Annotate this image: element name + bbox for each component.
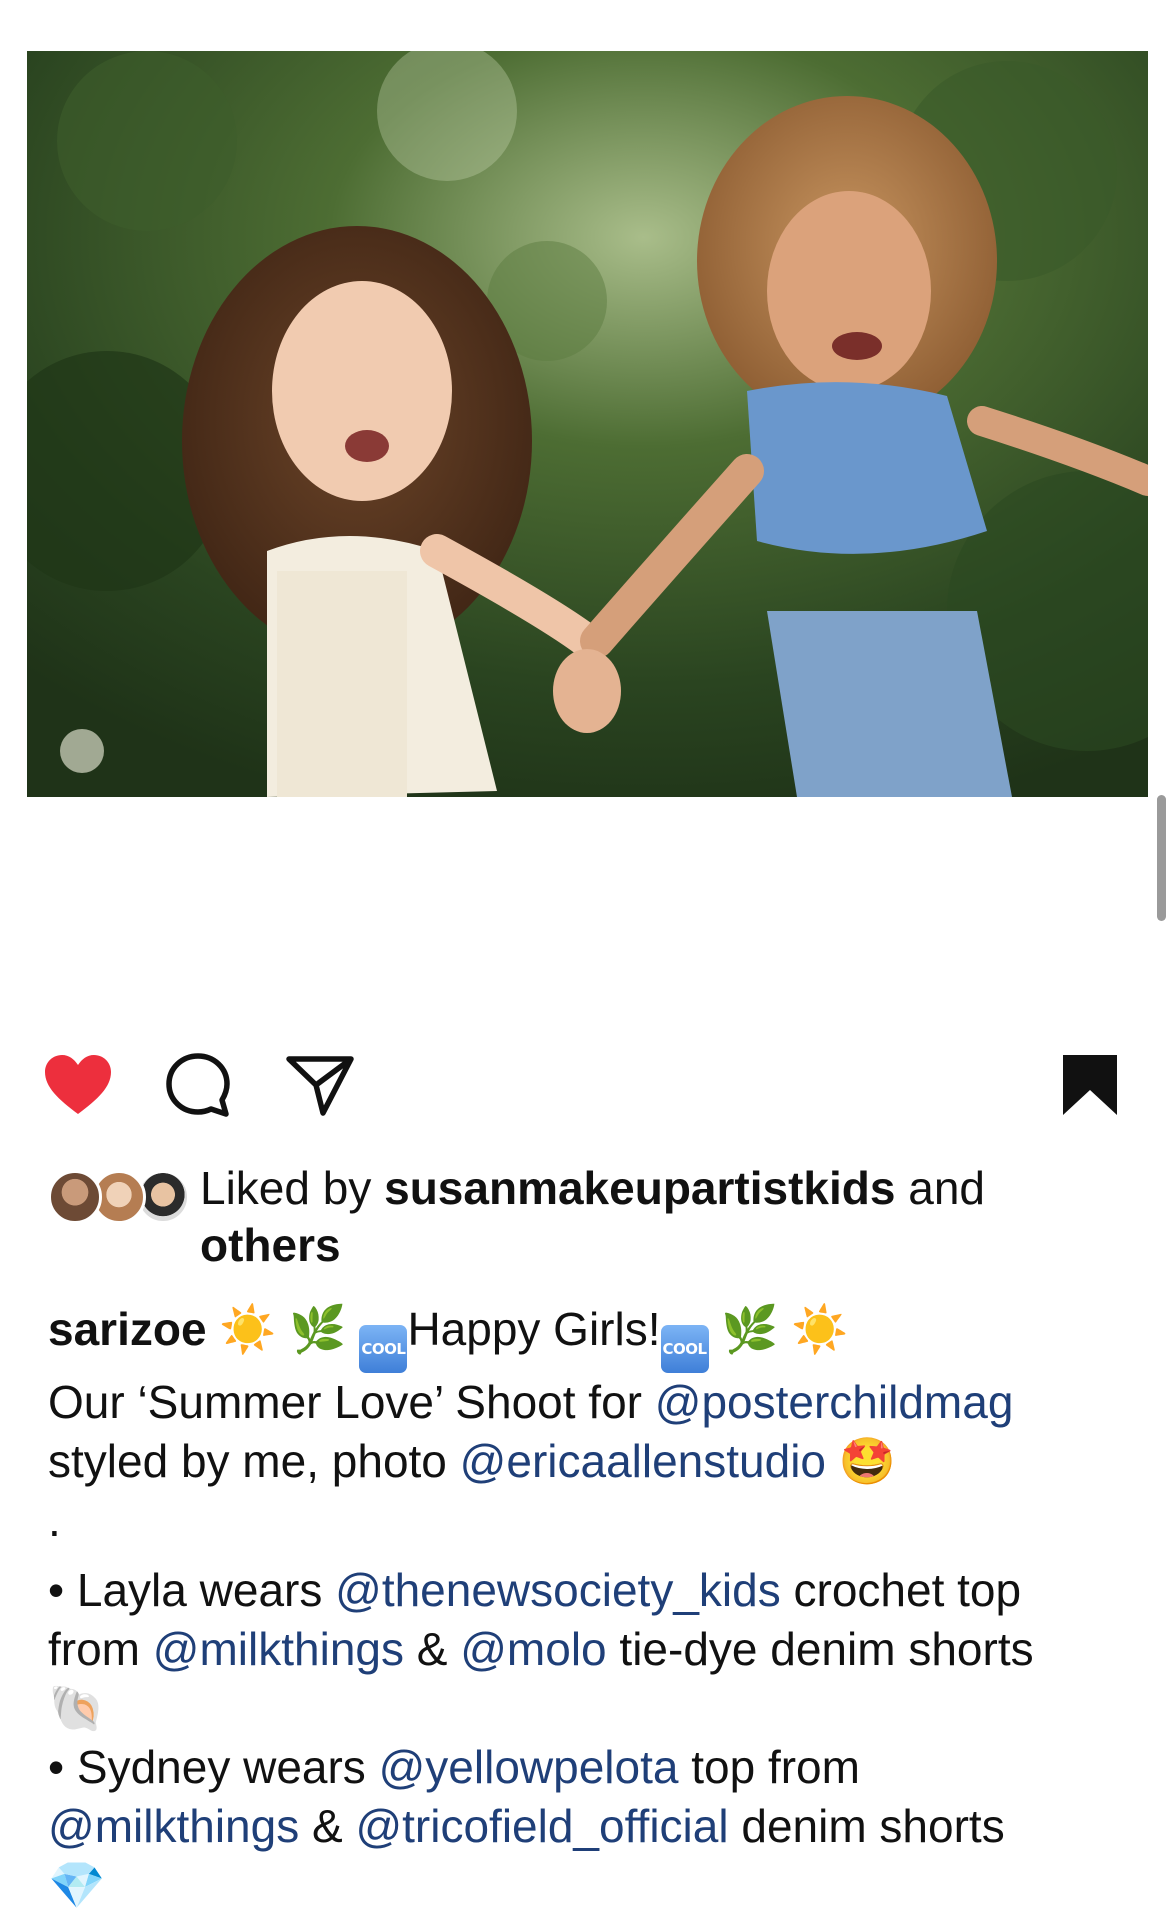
mention-link[interactable]: @thenewsociety_kids xyxy=(335,1564,781,1616)
shell-emoji-icon: 🐚 xyxy=(48,1682,106,1734)
heart-filled-icon[interactable] xyxy=(38,1045,118,1125)
post-photo-illustration xyxy=(27,51,1148,797)
caption-line: 💎 xyxy=(48,1856,1138,1915)
comment-bubble-icon[interactable] xyxy=(158,1045,238,1125)
liked-by-prefix: Liked by xyxy=(200,1162,372,1214)
liker-avatars[interactable] xyxy=(48,1170,190,1226)
caption-line: sarizoe ☀️ 🌿 COOLHappy Girls! COOL 🌿 ☀️ xyxy=(48,1300,1138,1373)
liked-by-text: Liked by susanmakeupartistkids and other… xyxy=(200,1160,1100,1274)
caption-text: Sydney wears xyxy=(76,1741,366,1793)
caption-line: styled by me, photo @ericaallenstudio 🤩 xyxy=(48,1432,1138,1491)
cool-badge-icon: COOL xyxy=(660,1325,709,1373)
star-eyes-emoji-icon: 🤩 xyxy=(838,1435,897,1487)
caption-dot: . xyxy=(48,1494,61,1546)
sun-emoji-icon: ☀️ xyxy=(219,1303,277,1355)
herb-emoji-icon: 🌿 xyxy=(721,1303,779,1355)
caption-line: Our ‘Summer Love’ Shoot for @posterchild… xyxy=(48,1373,1138,1432)
liked-by-others[interactable]: others xyxy=(200,1219,341,1271)
caption-line: • Sydney wears @yellowpelota top from xyxy=(48,1738,1138,1797)
mention-link[interactable]: @ericaallenstudio xyxy=(460,1435,826,1487)
mention-link[interactable]: @milkthings xyxy=(48,1800,299,1852)
herb-emoji-icon: 🌿 xyxy=(289,1303,347,1355)
mention-link[interactable]: @yellowpelota xyxy=(379,1741,679,1793)
gem-emoji-icon: 💎 xyxy=(48,1859,106,1911)
caption-text: Layla wears xyxy=(76,1564,323,1616)
mention-link[interactable]: @posterchildmag xyxy=(655,1376,1014,1428)
mention-link[interactable]: @molo xyxy=(460,1623,606,1675)
caption-text: tie-dye denim shorts xyxy=(619,1623,1034,1675)
mention-link[interactable]: @tricofield_official xyxy=(355,1800,728,1852)
caption-text: & xyxy=(416,1623,448,1675)
bookmark-filled-icon[interactable] xyxy=(1050,1045,1130,1125)
caption-line: • Layla wears @thenewsociety_kids croche… xyxy=(48,1561,1138,1620)
bullet: • xyxy=(48,1741,65,1793)
caption-line: 🐚 xyxy=(48,1679,1138,1738)
caption-text: from xyxy=(48,1623,140,1675)
caption-text: styled by me, photo xyxy=(48,1435,447,1487)
liked-by-and: and xyxy=(908,1162,985,1214)
post-action-bar xyxy=(0,1045,1170,1125)
caption-text: & xyxy=(311,1800,343,1852)
caption-text: crochet top xyxy=(793,1564,1022,1616)
caption-text: Our ‘Summer Love’ Shoot for xyxy=(48,1376,642,1428)
sun-emoji-icon: ☀️ xyxy=(791,1303,849,1355)
caption-line: @milkthings & @tricofield_official denim… xyxy=(48,1797,1138,1856)
avatar[interactable] xyxy=(48,1170,102,1224)
scrollbar-thumb[interactable] xyxy=(1157,795,1166,921)
paper-plane-icon[interactable] xyxy=(280,1045,360,1125)
caption-text: denim shorts xyxy=(741,1800,1005,1852)
liked-by-username[interactable]: susanmakeupartistkids xyxy=(384,1162,895,1214)
post-caption: sarizoe ☀️ 🌿 COOLHappy Girls! COOL 🌿 ☀️ O… xyxy=(48,1300,1138,1915)
post-photo[interactable] xyxy=(27,51,1148,797)
cool-badge-icon: COOL xyxy=(359,1325,408,1373)
caption-title: Happy Girls! xyxy=(407,1303,661,1355)
caption-line: . xyxy=(48,1491,1138,1561)
caption-line: from @milkthings & @molo tie-dye denim s… xyxy=(48,1620,1138,1679)
mention-link[interactable]: @milkthings xyxy=(153,1623,404,1675)
bullet: • xyxy=(48,1564,65,1616)
caption-text: top from xyxy=(691,1741,860,1793)
caption-username[interactable]: sarizoe xyxy=(48,1303,207,1355)
